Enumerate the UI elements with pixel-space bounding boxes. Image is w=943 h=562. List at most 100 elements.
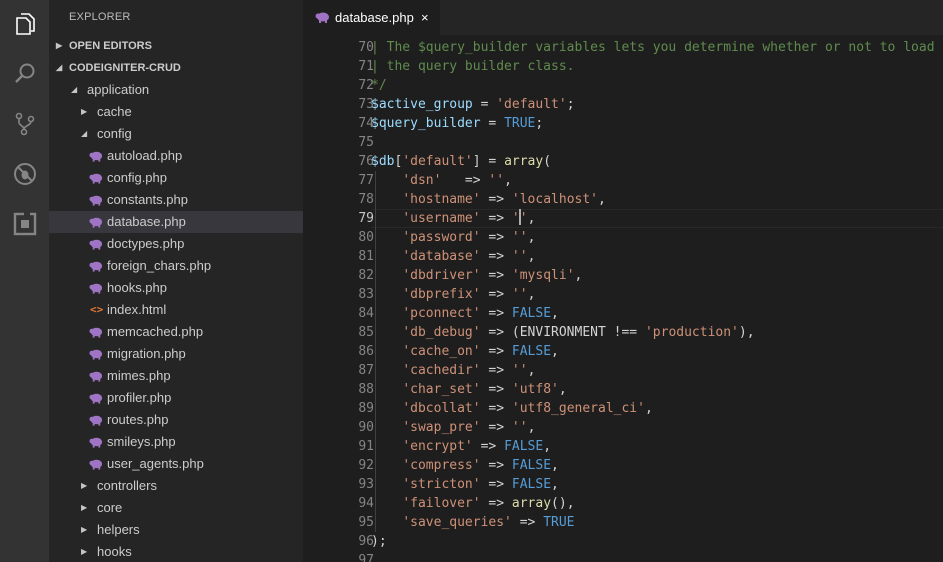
code-token: => — [480, 344, 512, 359]
code-editor[interactable]: 70 | The $query_builder variables lets yo… — [303, 35, 943, 562]
code-text: $db['default'] = array( — [371, 152, 551, 171]
tree-item-helpers[interactable]: ▶ helpers — [49, 519, 303, 541]
line-number: 77 — [358, 173, 374, 188]
code-line[interactable]: 96); — [303, 532, 943, 551]
code-line[interactable]: 95 'save_queries' => TRUE — [303, 513, 943, 532]
php-file-icon — [89, 239, 103, 250]
code-line[interactable]: 77 'dsn' => '', — [303, 171, 943, 190]
tree-item-profiler-php[interactable]: profiler.php — [49, 387, 303, 409]
tree-item-index-html[interactable]: <> index.html — [49, 299, 303, 321]
chevron-right-icon: ▶ — [81, 107, 88, 116]
search-icon[interactable] — [0, 54, 49, 94]
tree-item-smileys-php[interactable]: smileys.php — [49, 431, 303, 453]
tree-item-user-agents-php[interactable]: user_agents.php — [49, 453, 303, 475]
code-line[interactable]: 81 'database' => '', — [303, 247, 943, 266]
source-control-icon[interactable] — [0, 104, 49, 144]
code-line[interactable]: 73 $active_group = 'default'; — [303, 95, 943, 114]
line-number: 70 — [358, 40, 374, 55]
code-text: 'char_set' => 'utf8', — [371, 380, 566, 399]
tree-item-config[interactable]: ◢ config — [49, 123, 303, 145]
code-token: 'pconnect' — [402, 306, 481, 321]
code-line[interactable]: 79 'username' => '', — [303, 209, 943, 228]
code-token: ); — [371, 534, 387, 549]
code-line[interactable]: 82 'dbdriver' => 'mysqli', — [303, 266, 943, 285]
code-token: => — [480, 458, 512, 473]
tree-item-doctypes-php[interactable]: doctypes.php — [49, 233, 303, 255]
debug-icon[interactable] — [0, 154, 49, 194]
files-icon[interactable] — [0, 4, 49, 44]
tree-item-application[interactable]: ◢ application — [49, 79, 303, 101]
code-line[interactable]: 74 $query_builder = TRUE; — [303, 114, 943, 133]
code-text: 'database' => '', — [371, 247, 535, 266]
code-line[interactable]: 89 'dbcollat' => 'utf8_general_ci', — [303, 399, 943, 418]
chevron-right-icon: ▶ — [81, 481, 88, 490]
tree-item-autoload-php[interactable]: autoload.php — [49, 145, 303, 167]
code-line[interactable]: 71 | the query builder class. — [303, 57, 943, 76]
tree-item-migration-php[interactable]: migration.php — [49, 343, 303, 365]
code-token: ; — [535, 116, 544, 131]
code-text: 'dsn' => '', — [371, 171, 512, 190]
tree-item-mimes-php[interactable]: mimes.php — [49, 365, 303, 387]
tree-item-cache[interactable]: ▶ cache — [49, 101, 303, 123]
code-line[interactable]: 88 'char_set' => 'utf8', — [303, 380, 943, 399]
code-line[interactable]: 75 — [303, 133, 943, 152]
tree-item-label: application — [87, 82, 150, 97]
code-token: => — [480, 496, 512, 511]
close-icon[interactable]: × — [421, 0, 429, 35]
code-line[interactable]: 70 | The $query_builder variables lets yo… — [303, 38, 943, 57]
code-token: => — [480, 363, 512, 378]
code-line[interactable]: 72 */ — [303, 76, 943, 95]
tree-item-foreign-chars-php[interactable]: foreign_chars.php — [49, 255, 303, 277]
code-line[interactable]: 80 'password' => '', — [303, 228, 943, 247]
code-line[interactable]: 90 'swap_pre' => '', — [303, 418, 943, 437]
tree-item-controllers[interactable]: ▶ controllers — [49, 475, 303, 497]
code-text: 'cachedir' => '', — [371, 361, 535, 380]
code-token: , — [598, 192, 606, 207]
php-file-icon — [89, 327, 103, 338]
tree-item-routes-php[interactable]: routes.php — [49, 409, 303, 431]
project-section[interactable]: ◢ CODEIGNITER-CRUD — [49, 57, 303, 79]
code-line[interactable]: 93 'stricton' => FALSE, — [303, 475, 943, 494]
tree-item-label: hooks — [97, 544, 132, 559]
tree-item-label: config — [97, 126, 132, 141]
code-token: 'failover' — [402, 496, 481, 511]
tree-item-constants-php[interactable]: constants.php — [49, 189, 303, 211]
code-token: , — [527, 249, 536, 264]
code-line[interactable]: 92 'compress' => FALSE, — [303, 456, 943, 475]
tree-item-hooks-php[interactable]: hooks.php — [49, 277, 303, 299]
code-line[interactable]: 85 'db_debug' => (ENVIRONMENT !== 'produ… — [303, 323, 943, 342]
code-token: 'dbcollat' — [402, 401, 481, 416]
code-line[interactable]: 83 'dbprefix' => '', — [303, 285, 943, 304]
code-line[interactable]: 91 'encrypt' => FALSE, — [303, 437, 943, 456]
tree-item-hooks[interactable]: ▶ hooks — [49, 541, 303, 562]
tree-item-database-php[interactable]: database.php — [49, 211, 303, 233]
code-token: = — [480, 116, 505, 131]
tab-database-php[interactable]: database.php × — [303, 0, 440, 35]
code-line[interactable]: 87 'cachedir' => '', — [303, 361, 943, 380]
code-line[interactable]: 86 'cache_on' => FALSE, — [303, 342, 943, 361]
line-number: 96 — [358, 534, 374, 549]
tree-item-core[interactable]: ▶ core — [49, 497, 303, 519]
open-editors-section[interactable]: ▶ OPEN EDITORS — [49, 35, 303, 57]
code-text: 'password' => '', — [371, 228, 535, 247]
code-line[interactable]: 84 'pconnect' => FALSE, — [303, 304, 943, 323]
code-token: array — [504, 154, 544, 169]
tree-item-memcached-php[interactable]: memcached.php — [49, 321, 303, 343]
tree-item-config-php[interactable]: config.php — [49, 167, 303, 189]
code-line[interactable]: 94 'failover' => array(), — [303, 494, 943, 513]
extensions-icon[interactable] — [0, 204, 49, 244]
code-line[interactable]: 78 'hostname' => 'localhost', — [303, 190, 943, 209]
code-line[interactable]: 76 $db['default'] = array( — [303, 152, 943, 171]
code-token: => — [480, 477, 512, 492]
code-line[interactable]: 97 — [303, 551, 943, 562]
code-token: , — [527, 230, 536, 245]
code-token: => — [480, 249, 512, 264]
code-text: 'stricton' => FALSE, — [371, 475, 559, 494]
line-number: 86 — [358, 344, 374, 359]
line-number: 89 — [358, 401, 374, 416]
